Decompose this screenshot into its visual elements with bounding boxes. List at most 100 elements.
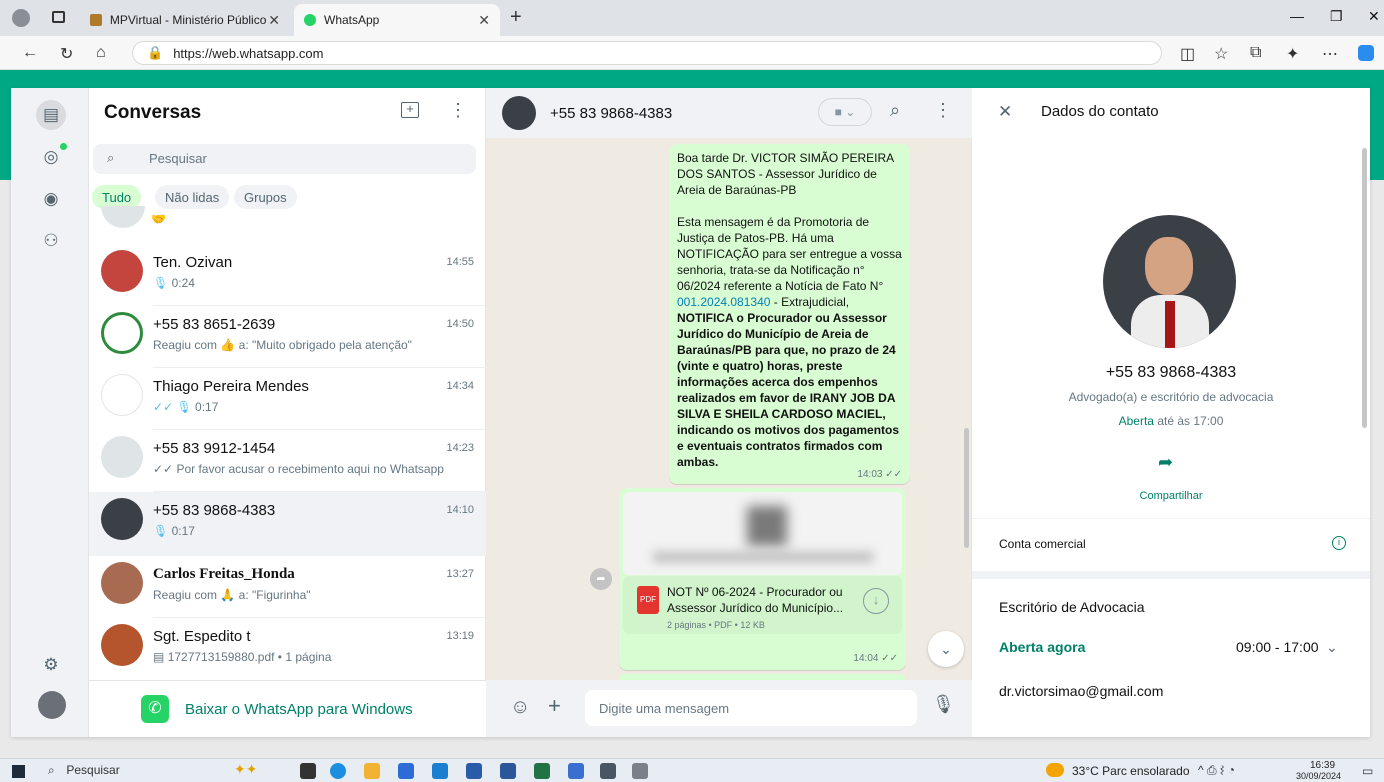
taskbar-search[interactable]: ⌕ Pesquisar xyxy=(48,762,220,780)
chat-row[interactable]: Ten. Ozivan 14:55 🎙 0:24 xyxy=(89,244,486,306)
avatar xyxy=(101,436,143,478)
task-view-icon[interactable] xyxy=(300,763,316,779)
attachment-name: NOT Nº 06-2024 - Procurador ou Assessor … xyxy=(667,585,844,615)
collections-icon[interactable]: ⧉ xyxy=(1250,44,1261,62)
edge-icon[interactable] xyxy=(330,763,346,779)
tray-icons[interactable]: ^ ⎙ ⌇ ◔ xyxy=(1198,763,1235,778)
search-input[interactable]: ⌕ Pesquisar xyxy=(93,144,476,174)
restore-icon[interactable]: ❐ xyxy=(1330,8,1343,25)
chats-icon[interactable]: ▤ xyxy=(36,100,66,130)
channels-icon[interactable]: ◉ xyxy=(36,184,66,214)
chevron-down-icon[interactable]: ⌄ xyxy=(1326,639,1338,656)
chat-row[interactable]: Sgt. Espedito t 13:19 ▤ 1727713159880.pd… xyxy=(89,618,486,680)
back-icon[interactable]: ← xyxy=(22,44,38,62)
clock-date[interactable]: 30/09/2024 xyxy=(1296,771,1341,781)
share-label[interactable]: Compartilhar xyxy=(972,490,1370,502)
mail-icon[interactable] xyxy=(432,763,448,779)
favorites-icon[interactable]: ☆ xyxy=(1214,44,1228,64)
filter-groups[interactable]: Grupos xyxy=(234,185,297,209)
tab-whatsapp[interactable]: WhatsApp ✕ xyxy=(294,4,500,36)
conversation-header: +55 83 9868-4383 ■ ⌄ ⌕ ⋮ xyxy=(486,88,972,138)
clock-time[interactable]: 16:39 xyxy=(1310,760,1335,771)
link[interactable]: 001.2024.081340 xyxy=(677,295,770,309)
attach-icon[interactable]: + xyxy=(548,693,561,719)
tab-actions-icon[interactable] xyxy=(52,11,65,23)
tab-title: WhatsApp xyxy=(324,13,380,27)
forward-icon[interactable]: ➦ xyxy=(590,568,612,590)
excel-icon[interactable] xyxy=(534,763,550,779)
tab-mpvirtual[interactable]: MPVirtual - Ministério Público da ✕ xyxy=(80,4,290,36)
scrollbar[interactable] xyxy=(1362,148,1367,428)
chat-row[interactable]: Carlos Freitas_Honda 13:27 Reagiu com 🙏 … xyxy=(89,556,486,618)
home-icon[interactable]: ⌂ xyxy=(96,44,106,62)
attachment-file[interactable]: PDF NOT Nº 06-2024 - Procurador ou Asses… xyxy=(623,576,902,634)
new-tab-icon[interactable]: + xyxy=(510,6,522,29)
page-info-icon: 🔒 xyxy=(147,45,164,60)
app-icon[interactable] xyxy=(568,763,584,779)
message-bold: NOTIFICA o Procurador ou Assessor Jurídi… xyxy=(677,311,900,469)
windows-start-icon[interactable] xyxy=(12,765,25,778)
settings-icon[interactable]: ⚙ xyxy=(36,650,66,680)
partial-avatar xyxy=(101,206,145,228)
profile-photo[interactable] xyxy=(1103,215,1236,348)
chat-row[interactable]: +55 83 8651-2639 14:50 Reagiu com 👍 a: "… xyxy=(89,306,486,368)
info-icon[interactable]: i xyxy=(1332,536,1346,550)
preview-text: 1727713159880.pdf • 1 página xyxy=(167,650,332,664)
share-icon[interactable]: ➦ xyxy=(1158,452,1173,473)
close-icon[interactable]: ✕ xyxy=(998,102,1012,122)
avatar[interactable] xyxy=(502,96,536,130)
copilot-icon[interactable] xyxy=(1358,45,1374,61)
close-icon[interactable]: ✕ xyxy=(478,12,490,29)
search-icon[interactable]: ⌕ xyxy=(890,100,900,121)
explorer-icon[interactable] xyxy=(364,763,380,779)
scrollbar[interactable] xyxy=(964,428,969,548)
contact-info-title: Dados do contato xyxy=(1041,103,1159,120)
refresh-icon[interactable]: ↻ xyxy=(60,44,73,64)
contact-name[interactable]: +55 83 9868-4383 xyxy=(550,105,672,122)
widgets-icon[interactable]: ✦✦ xyxy=(234,761,257,778)
download-text: Baixar o WhatsApp para Windows xyxy=(185,701,413,718)
emoji-icon[interactable]: ☺ xyxy=(510,696,530,719)
close-window-icon[interactable]: ✕ xyxy=(1368,8,1380,25)
more-icon[interactable]: ⋯ xyxy=(1322,44,1338,64)
url-field[interactable]: 🔒 https://web.whatsapp.com xyxy=(132,41,1162,65)
minimize-icon[interactable]: — xyxy=(1290,8,1304,24)
business-card[interactable]: Conta comercial i xyxy=(972,519,1370,571)
communities-icon[interactable]: ⚇ xyxy=(36,226,66,256)
store-icon[interactable] xyxy=(398,763,414,779)
contact-email[interactable]: dr.victorsimao@gmail.com xyxy=(999,683,1163,699)
handshake-emoji: 🤝 xyxy=(151,212,166,226)
app-icon[interactable] xyxy=(466,763,482,779)
weather-text[interactable]: 33°C Parc ensolarado xyxy=(1072,764,1190,778)
mic-icon[interactable]: 🎙 xyxy=(932,694,955,715)
new-chat-icon[interactable]: + xyxy=(401,102,419,118)
split-screen-icon[interactable]: ◫ xyxy=(1180,44,1195,64)
download-button[interactable]: ↓ xyxy=(863,588,889,614)
preview-text: 0:17 xyxy=(171,524,195,538)
message-input[interactable]: Digite uma mensagem xyxy=(585,690,917,726)
scroll-down-button[interactable]: ⌄ xyxy=(928,631,964,667)
profile-photo-tie xyxy=(1165,301,1175,348)
chat-row-selected[interactable]: +55 83 9868-4383 14:10 🎙 0:17 xyxy=(89,492,486,556)
menu-icon[interactable]: ⋮ xyxy=(449,100,467,121)
chat-row[interactable]: Thiago Pereira Mendes 14:34 ✓✓ 🎙 0:17 xyxy=(89,368,486,430)
word-icon[interactable] xyxy=(500,763,516,779)
avatar[interactable] xyxy=(38,691,66,719)
chat-preview: ✓✓ Por favor acusar o recebimento aqui n… xyxy=(153,462,473,476)
chat-list-panel: Conversas + ⋮ ⌕ Pesquisar Tudo Não lidas… xyxy=(89,88,486,737)
download-banner[interactable]: ✆ Baixar o WhatsApp para Windows xyxy=(89,680,486,737)
office-label: Escritório de Advocacia xyxy=(999,599,1145,615)
extensions-icon[interactable]: ✦ xyxy=(1286,44,1299,64)
profile-icon[interactable] xyxy=(12,9,30,27)
open-now: Aberta agora xyxy=(999,639,1086,655)
chat-preview: Reagiu com 🙏 a: "Figurinha" xyxy=(153,588,311,602)
menu-icon[interactable]: ⋮ xyxy=(934,100,952,121)
notifications-icon[interactable]: ▭ xyxy=(1362,764,1373,778)
chat-row[interactable]: +55 83 9912-1454 14:23 ✓✓ Por favor acus… xyxy=(89,430,486,492)
app-icon[interactable] xyxy=(632,763,648,779)
filter-unread[interactable]: Não lidas xyxy=(155,185,230,209)
close-icon[interactable]: ✕ xyxy=(268,12,280,29)
calculator-icon[interactable] xyxy=(600,763,616,779)
contact-info-panel: ✕ Dados do contato +55 83 9868-4383 Advo… xyxy=(972,88,1370,737)
video-call-button[interactable]: ■ ⌄ xyxy=(818,98,872,126)
